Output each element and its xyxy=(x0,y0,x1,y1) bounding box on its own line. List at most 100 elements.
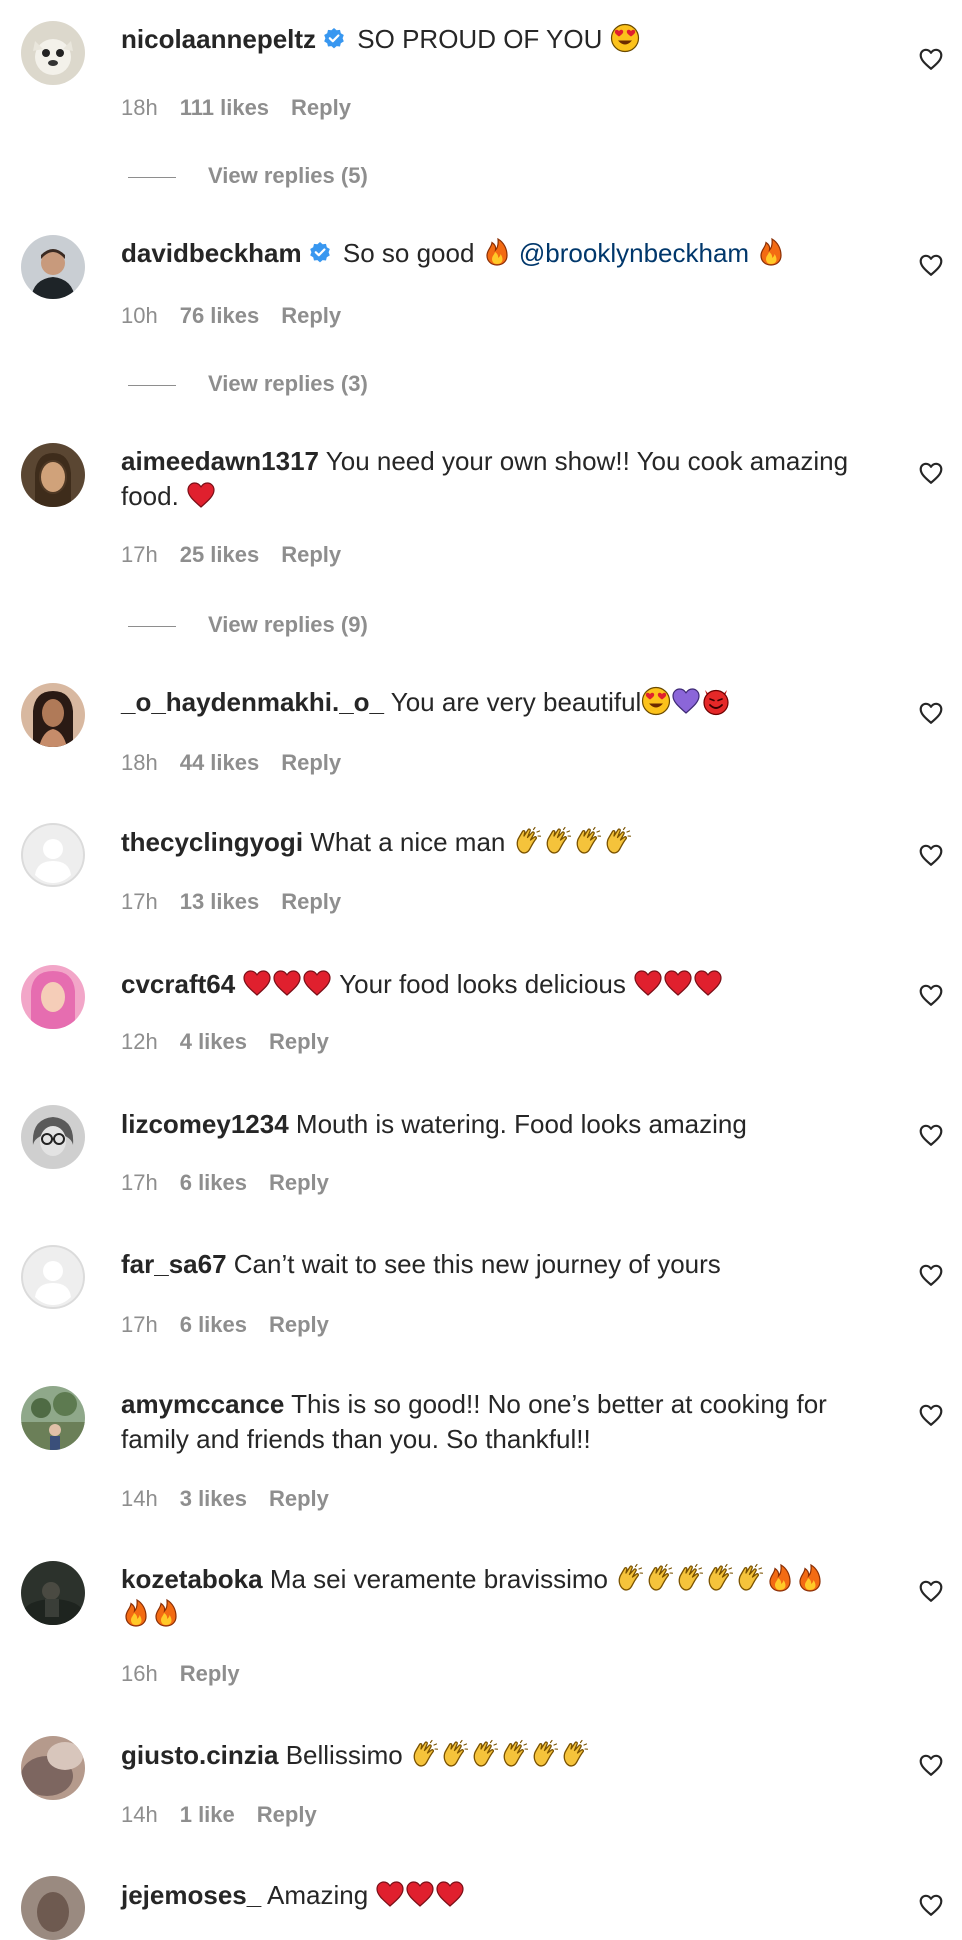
red-heart-emoji-icon xyxy=(272,968,302,998)
username[interactable]: davidbeckham xyxy=(121,238,302,268)
username[interactable]: amymccance xyxy=(121,1389,284,1419)
comment-body: This is so good!! No one’s better at coo… xyxy=(291,1389,827,1419)
like-heart-icon[interactable] xyxy=(918,252,944,278)
reply-button[interactable]: Reply xyxy=(281,303,341,328)
red-heart-emoji-icon xyxy=(405,1879,435,1909)
view-replies-label: View replies (5) xyxy=(208,163,368,188)
like-count[interactable]: 6 likes xyxy=(180,1312,247,1337)
like-count[interactable]: 4 likes xyxy=(180,1029,247,1054)
like-count[interactable]: 13 likes xyxy=(180,889,260,914)
avatar[interactable] xyxy=(21,1386,85,1450)
fire-emoji-icon xyxy=(151,1598,181,1628)
username[interactable]: far_sa67 xyxy=(121,1249,227,1279)
reply-button[interactable]: Reply xyxy=(180,1661,240,1686)
clap-emoji-icon xyxy=(410,1739,440,1769)
comment-text: davidbeckham So so good @brooklynbeckham xyxy=(121,236,881,271)
like-count[interactable]: 111 likes xyxy=(180,95,269,120)
username[interactable]: lizcomey1234 xyxy=(121,1109,289,1139)
heart-eyes-emoji-icon xyxy=(610,23,640,53)
avatar[interactable] xyxy=(21,1736,85,1800)
divider-line xyxy=(128,384,176,386)
avatar[interactable] xyxy=(21,21,85,85)
comment-meta: 17h 6 likes Reply xyxy=(121,1311,351,1339)
like-count[interactable]: 44 likes xyxy=(180,750,260,775)
comment-time: 16h xyxy=(121,1661,158,1686)
username[interactable]: jejemoses_ xyxy=(121,1880,261,1910)
like-heart-icon[interactable] xyxy=(918,1892,944,1918)
clap-emoji-icon xyxy=(500,1739,530,1769)
reply-button[interactable]: Reply xyxy=(269,1312,329,1337)
comment-meta: 18h 44 likes Reply xyxy=(121,749,363,777)
avatar[interactable] xyxy=(21,443,85,507)
like-heart-icon[interactable] xyxy=(918,460,944,486)
comment-time: 18h xyxy=(121,95,158,120)
avatar[interactable] xyxy=(21,1245,85,1309)
avatar[interactable] xyxy=(21,823,85,887)
like-heart-icon[interactable] xyxy=(918,1122,944,1148)
avatar[interactable] xyxy=(21,965,85,1029)
divider-line xyxy=(128,625,176,627)
comment-text: far_sa67 Can’t wait to see this new jour… xyxy=(121,1247,881,1282)
comment-time: 17h xyxy=(121,1312,158,1337)
like-count[interactable]: 1 like xyxy=(180,1802,235,1827)
reply-button[interactable]: Reply xyxy=(257,1802,317,1827)
avatar[interactable] xyxy=(21,683,85,747)
fire-emoji-icon xyxy=(121,1598,151,1628)
avatar[interactable] xyxy=(21,1105,85,1169)
reply-button[interactable]: Reply xyxy=(281,889,341,914)
like-heart-icon[interactable] xyxy=(918,700,944,726)
fire-emoji-icon xyxy=(756,237,786,267)
comment-time: 14h xyxy=(121,1802,158,1827)
like-heart-icon[interactable] xyxy=(918,1402,944,1428)
like-heart-icon[interactable] xyxy=(918,982,944,1008)
like-heart-icon[interactable] xyxy=(918,842,944,868)
comment-meta: 14h 3 likes Reply xyxy=(121,1485,351,1513)
comment-meta: 14h 1 like Reply xyxy=(121,1801,339,1829)
comment-time: 10h xyxy=(121,303,158,328)
mention-link[interactable]: @brooklynbeckham xyxy=(519,238,749,268)
comment-text: jejemoses_ Amazing xyxy=(121,1878,881,1913)
comment-body-continued: family and friends than you. So thankful… xyxy=(121,1424,591,1454)
comment-time: 17h xyxy=(121,889,158,914)
reply-button[interactable]: Reply xyxy=(291,95,351,120)
reply-button[interactable]: Reply xyxy=(269,1486,329,1511)
like-count[interactable]: 25 likes xyxy=(180,542,260,567)
like-heart-icon[interactable] xyxy=(918,46,944,72)
reply-button[interactable]: Reply xyxy=(269,1029,329,1054)
like-count[interactable]: 6 likes xyxy=(180,1170,247,1195)
like-heart-icon[interactable] xyxy=(918,1262,944,1288)
username[interactable]: aimeedawn1317 xyxy=(121,446,319,476)
username[interactable]: nicolaannepeltz xyxy=(121,24,316,54)
clap-emoji-icon xyxy=(470,1739,500,1769)
avatar[interactable] xyxy=(21,1876,85,1940)
comment-text: cvcraft64 Your food looks delicious xyxy=(121,967,881,1002)
username[interactable]: kozetaboka xyxy=(121,1564,263,1594)
username[interactable]: cvcraft64 xyxy=(121,969,235,999)
comment-meta: 12h 4 likes Reply xyxy=(121,1028,351,1056)
clap-emoji-icon xyxy=(645,1563,675,1593)
like-count[interactable]: 3 likes xyxy=(180,1486,247,1511)
reply-button[interactable]: Reply xyxy=(269,1170,329,1195)
comment-time: 17h xyxy=(121,542,158,567)
avatar[interactable] xyxy=(21,1561,85,1625)
red-heart-emoji-icon xyxy=(302,968,332,998)
reply-button[interactable]: Reply xyxy=(281,750,341,775)
purple-heart-emoji-icon xyxy=(671,686,701,716)
comment-time: 14h xyxy=(121,1486,158,1511)
view-replies-button[interactable]: View replies (3) xyxy=(128,370,368,398)
reply-button[interactable]: Reply xyxy=(281,542,341,567)
comment-text: kozetaboka Ma sei veramente bravissimo xyxy=(121,1562,881,1632)
comment-text: giusto.cinzia Bellissimo xyxy=(121,1738,881,1773)
view-replies-button[interactable]: View replies (5) xyxy=(128,162,368,190)
like-heart-icon[interactable] xyxy=(918,1752,944,1778)
verified-badge-icon xyxy=(322,27,346,51)
username[interactable]: giusto.cinzia xyxy=(121,1740,278,1770)
like-heart-icon[interactable] xyxy=(918,1578,944,1604)
view-replies-button[interactable]: View replies (9) xyxy=(128,611,368,639)
avatar[interactable] xyxy=(21,235,85,299)
username[interactable]: thecyclingyogi xyxy=(121,827,303,857)
comment-text: nicolaannepeltz SO PROUD OF YOU xyxy=(121,22,881,57)
comment-time: 18h xyxy=(121,750,158,775)
username[interactable]: _o_haydenmakhi._o_ xyxy=(121,687,384,717)
like-count[interactable]: 76 likes xyxy=(180,303,260,328)
